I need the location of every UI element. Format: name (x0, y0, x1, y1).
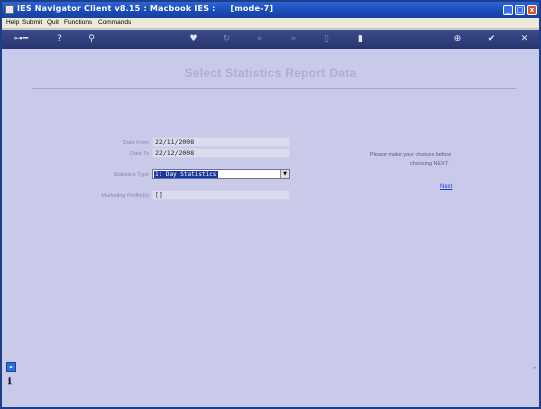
app-window: IES Navigator Client v8.15 : Macbook IES… (0, 0, 541, 409)
title-divider (32, 88, 516, 89)
title-bar: IES Navigator Client v8.15 : Macbook IES… (2, 2, 539, 18)
menu-help[interactable]: Help (6, 19, 19, 26)
help-icon[interactable]: ? (54, 34, 65, 45)
marketing-profiles-field[interactable]: [] (152, 190, 290, 200)
maximize-button[interactable]: □ (515, 5, 525, 15)
date-from-field[interactable]: 22/11/2008 (152, 137, 290, 147)
page-title: Select Statistics Report Data (184, 66, 357, 80)
toolbar: ⊶━ ? ⚲ ♥ ↻ « » ▯ ▮ ⊕ ✔ ✕ (2, 30, 539, 49)
main-content: Select Statistics Report Data Date From … (2, 49, 539, 407)
close-button[interactable]: x (527, 5, 537, 15)
help-text-line1: Please make your choices before (370, 152, 452, 158)
window-title: IES Navigator Client v8.15 : Macbook IES… (17, 4, 274, 13)
next-link[interactable]: Next (440, 184, 452, 190)
statistics-type-label: Statistics Type (113, 172, 149, 178)
date-to-field[interactable]: 22/12/2008 (152, 148, 290, 158)
menu-functions[interactable]: Functions (64, 19, 92, 26)
chevron-down-icon[interactable]: ▼ (280, 170, 289, 178)
statistics-type-select[interactable]: 1: Day Statistics ▼ (152, 169, 290, 179)
app-icon (5, 5, 14, 14)
back-icon[interactable]: « (254, 34, 265, 45)
document-icon[interactable]: ▯ (321, 34, 332, 45)
page-icon[interactable]: ▮ (355, 34, 366, 45)
refresh-icon[interactable]: ↻ (221, 34, 232, 45)
menu-quit[interactable]: Quit (47, 19, 59, 26)
close-icon: x (529, 6, 535, 14)
add-icon[interactable]: ⊕ (452, 34, 463, 45)
menu-commands[interactable]: Commands (98, 19, 131, 26)
date-to-label: Date To (130, 151, 149, 157)
heart-icon[interactable]: ♥ (188, 34, 199, 45)
statistics-type-value: 1: Day Statistics (154, 171, 218, 178)
menu-bar: Help Submit Quit Functions Commands (2, 18, 539, 29)
info-icon[interactable]: ℹ (8, 377, 11, 387)
side-panel-tab[interactable]: ◂▸ (6, 362, 16, 372)
date-from-label: Date From (123, 140, 149, 146)
minimize-button[interactable]: _ (503, 5, 513, 15)
maximize-icon: □ (516, 6, 524, 14)
forward-icon[interactable]: » (288, 34, 299, 45)
menu-submit[interactable]: Submit (22, 19, 42, 26)
help-text-line2: choosing NEXT (410, 161, 449, 167)
scroll-marker: ▸ (533, 365, 536, 371)
minimize-icon: _ (506, 6, 510, 14)
key-icon[interactable]: ⊶━ (10, 34, 32, 45)
confirm-icon[interactable]: ✔ (486, 34, 497, 45)
marketing-profiles-label: Marketing Profile(s) (101, 193, 149, 199)
search-icon[interactable]: ⚲ (86, 34, 97, 45)
close-icon[interactable]: ✕ (519, 34, 530, 45)
